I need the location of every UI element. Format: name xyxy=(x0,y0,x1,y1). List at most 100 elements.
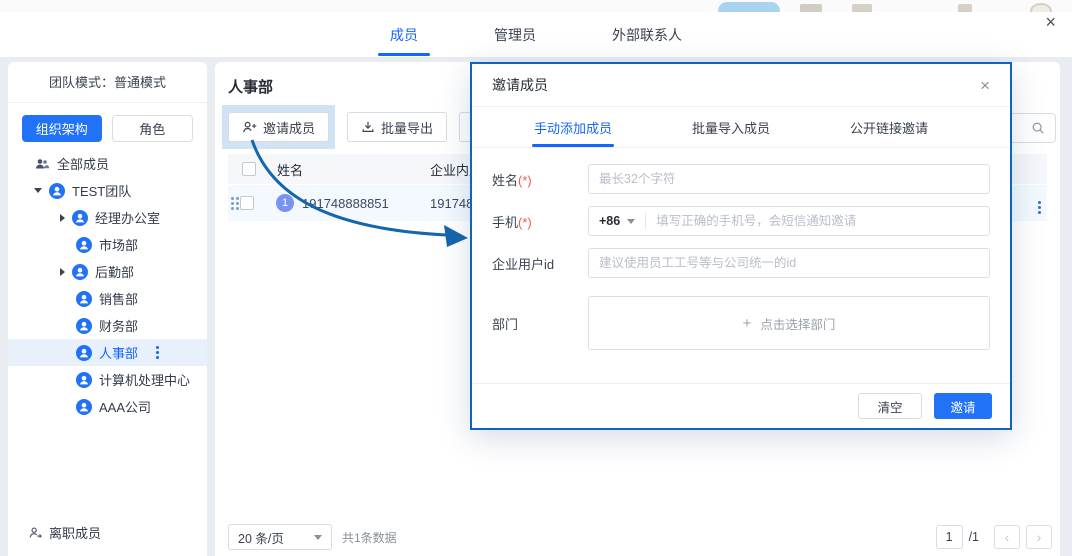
batch-export-label: 批量导出 xyxy=(381,118,433,137)
group-icon xyxy=(34,156,50,172)
member-name: 191748888851 xyxy=(302,196,389,211)
tab-public-link[interactable]: 公开链接邀请 xyxy=(850,107,928,147)
required-mark: (*) xyxy=(518,215,532,230)
tree-item-label: 经理办公室 xyxy=(95,208,160,227)
department-avatar-icon xyxy=(76,372,92,388)
chevron-down-icon[interactable] xyxy=(34,188,42,193)
department-avatar-icon xyxy=(76,237,92,253)
department-avatar-icon xyxy=(76,399,92,415)
department-avatar-icon xyxy=(72,264,88,280)
modal-footer: 清空 邀请 xyxy=(472,383,1010,428)
search-icon[interactable] xyxy=(1031,121,1045,135)
chevron-right-icon[interactable] xyxy=(60,268,65,276)
tree-item-manager-office[interactable]: 经理办公室 xyxy=(8,204,207,231)
tree-item-label: 财务部 xyxy=(99,316,138,335)
prev-page-button[interactable]: ‹ xyxy=(994,525,1020,549)
tab-members[interactable]: 成员 xyxy=(380,12,428,57)
chevron-down-icon xyxy=(314,535,322,540)
close-icon[interactable]: × xyxy=(980,77,990,94)
invite-submit-button[interactable]: 邀请 xyxy=(934,393,992,419)
more-actions-icon[interactable] xyxy=(156,346,159,359)
more-actions-icon[interactable] xyxy=(1038,201,1041,214)
page-number-input[interactable] xyxy=(936,525,963,549)
phone-field-label: 手机(*) xyxy=(492,212,588,231)
tree-item-hr[interactable]: 人事部 xyxy=(8,339,207,366)
tab-batch-import[interactable]: 批量导入成员 xyxy=(692,107,770,147)
phone-field[interactable] xyxy=(656,214,979,228)
tree-item-test-team[interactable]: TEST团队 xyxy=(8,177,207,204)
department-picker-label: 点击选择部门 xyxy=(760,314,835,333)
department-avatar-icon xyxy=(72,210,88,226)
tree-item-sales[interactable]: 销售部 xyxy=(8,285,207,312)
resigned-members-label: 离职成员 xyxy=(49,523,101,542)
tree-item-marketing[interactable]: 市场部 xyxy=(8,231,207,258)
department-avatar-icon xyxy=(49,183,65,199)
page-size-select[interactable]: 20 条/页 xyxy=(228,524,332,550)
department-avatar-icon xyxy=(76,291,92,307)
department-field-label: 部门 xyxy=(492,314,588,333)
resigned-members-item[interactable]: 离职成员 xyxy=(28,523,101,542)
row-checkbox[interactable] xyxy=(240,196,254,210)
column-header-name: 姓名 xyxy=(277,160,303,179)
department-picker[interactable]: + 点击选择部门 xyxy=(588,296,990,350)
org-tree: 全部成员 TEST团队 经理办公室 市场部 后勤部 xyxy=(8,150,207,420)
tree-item-all-members[interactable]: 全部成员 xyxy=(8,150,207,177)
required-mark: (*) xyxy=(518,173,532,188)
avatar-remnant xyxy=(1030,3,1052,12)
invite-member-label: 邀请成员 xyxy=(263,118,315,137)
invite-member-button[interactable]: 邀请成员 xyxy=(228,112,329,142)
tree-item-label: 后勤部 xyxy=(95,262,134,281)
country-code-select[interactable]: +86 xyxy=(599,214,635,228)
toolbar-icon-remnant xyxy=(852,4,872,12)
select-all-checkbox[interactable] xyxy=(242,162,256,176)
batch-export-button[interactable]: 批量导出 xyxy=(347,112,447,142)
plus-icon: + xyxy=(743,315,752,332)
name-field[interactable] xyxy=(588,164,990,194)
pagination-controls: /1 ‹ › xyxy=(936,525,1052,549)
drag-handle-icon[interactable] xyxy=(231,197,239,210)
roles-toggle[interactable]: 角色 xyxy=(112,115,194,142)
phone-input-group: +86 xyxy=(588,206,990,236)
tree-item-label: 计算机处理中心 xyxy=(99,370,190,389)
top-tab-bar: 成员 管理员 外部联系人 xyxy=(0,12,1072,57)
person-leave-icon xyxy=(28,526,42,540)
tab-manual-add[interactable]: 手动添加成员 xyxy=(534,107,612,147)
page-size-value: 20 条/页 xyxy=(238,528,284,547)
tree-item-finance[interactable]: 财务部 xyxy=(8,312,207,339)
toolbar-pill-remnant xyxy=(718,2,780,12)
tree-item-aaa-company[interactable]: AAA公司 xyxy=(8,393,207,420)
user-id-field[interactable] xyxy=(588,248,990,278)
clear-button[interactable]: 清空 xyxy=(858,393,922,419)
pagination-bar: 20 条/页 共1条数据 /1 ‹ › xyxy=(228,524,1052,550)
tree-item-label: 人事部 xyxy=(99,343,138,362)
tab-admins[interactable]: 管理员 xyxy=(484,12,546,57)
total-pages-label: /1 xyxy=(969,530,979,544)
chevron-right-icon[interactable] xyxy=(60,214,65,222)
invite-button-highlight: 邀请成员 xyxy=(222,105,335,149)
modal-title: 邀请成员 xyxy=(492,75,548,95)
tab-external-contacts[interactable]: 外部联系人 xyxy=(602,12,692,57)
tree-item-label: 市场部 xyxy=(99,235,138,254)
org-structure-toggle[interactable]: 组织架构 xyxy=(22,115,102,142)
name-field-row: 姓名(*) xyxy=(492,164,990,194)
name-field-label: 姓名(*) xyxy=(492,170,588,189)
tree-item-logistics[interactable]: 后勤部 xyxy=(8,258,207,285)
modal-tab-bar: 手动添加成员 批量导入成员 公开链接邀请 xyxy=(472,107,1010,148)
total-count-label: 共1条数据 xyxy=(342,529,397,546)
divider xyxy=(645,213,646,229)
department-avatar-icon xyxy=(76,345,92,361)
sidebar: 团队模式：普通模式 组织架构 角色 全部成员 TEST团队 经理办公室 市场 xyxy=(8,62,207,556)
close-icon[interactable]: × xyxy=(1045,12,1056,32)
next-page-button[interactable]: › xyxy=(1026,525,1052,549)
modal-header: 邀请成员 × xyxy=(472,64,1010,107)
toolbar-icon-remnant xyxy=(958,4,972,12)
phone-field-row: 手机(*) +86 xyxy=(492,206,990,236)
user-id-field-row: 企业用户id xyxy=(492,248,990,278)
row-actions[interactable] xyxy=(1038,192,1041,214)
user-id-field-label: 企业用户id xyxy=(492,254,588,273)
tree-item-computer-center[interactable]: 计算机处理中心 xyxy=(8,366,207,393)
department-field-row: 部门 + 点击选择部门 xyxy=(492,296,990,350)
tree-item-label: TEST团队 xyxy=(72,181,131,200)
tree-item-label: AAA公司 xyxy=(99,397,151,416)
avatar: 1 xyxy=(276,194,294,212)
